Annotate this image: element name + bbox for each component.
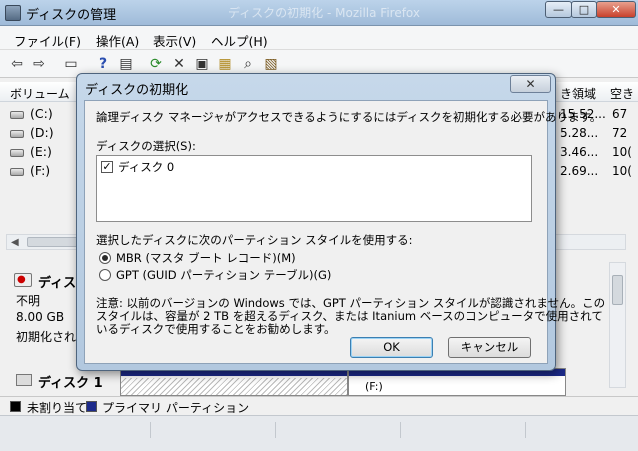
volume-row[interactable]: (C:) [10,106,53,121]
status-divider [525,422,526,438]
free-pct-value: 10( [612,145,632,159]
disk0-size: 8.00 GB [16,310,65,324]
volume-name: (C:) [30,106,53,121]
legend-unallocated: 未割り当て [27,401,88,415]
disk-icon [16,374,32,386]
primary-swatch [86,401,97,412]
disk0-init-status: 初期化され [16,330,77,344]
disk0-checkbox[interactable]: ✓ [101,161,113,173]
free-pct-value: 72 [612,126,628,140]
gpt-radio[interactable] [99,269,111,281]
back-arrow-icon[interactable]: ⇦ [8,55,26,73]
view-icon[interactable]: ▤ [117,55,135,73]
drive-icon [10,167,24,176]
search-icon[interactable]: ⌕ [239,55,257,73]
properties-icon[interactable]: ▣ [193,55,211,73]
refresh-icon[interactable]: ⟳ [147,55,165,73]
disk-select-listbox[interactable]: ✓ ディスク 0 [96,155,532,222]
ok-button[interactable]: OK [350,337,433,358]
cancel-button[interactable]: キャンセル [448,337,531,358]
warning-icon: ● [17,274,26,285]
volume-name: (D:) [30,125,54,140]
help-icon[interactable]: ? [94,55,112,73]
gpt-option-label[interactable]: GPT (GUID パーティション テーブル)(G) [116,267,331,283]
menu-action[interactable]: 操作(A) [96,31,139,50]
mbr-radio[interactable] [99,252,111,264]
volume-name: (F:) [30,163,51,178]
close-button[interactable]: ✕ [596,1,636,18]
dialog-message: 論理ディスク マネージャがアクセスできるようにするにはディスクを初期化する必要が… [96,110,602,124]
disk-select-label: ディスクの選択(S): [96,139,196,153]
dialog-body: 論理ディスク マネージャがアクセスできるようにするにはディスクを初期化する必要が… [84,100,605,364]
dialog-title: ディスクの初期化 [85,83,189,98]
drive-icon [10,110,24,119]
menu-file[interactable]: ファイル(F) [14,31,81,50]
scroll-left-icon[interactable]: ◀ [11,237,19,248]
menu-help[interactable]: ヘルプ(H) [211,31,268,50]
dialog-close-button[interactable]: ✕ [510,75,551,93]
free-space-value: 5.28... [560,126,599,140]
disk0-status: 不明 [16,294,41,308]
status-divider [400,422,401,438]
minimize-button[interactable]: — [545,1,572,18]
forward-arrow-icon[interactable]: ⇨ [30,55,48,73]
partition-style-label: 選択したディスクに次のパーティション スタイルを使用する: [96,233,413,247]
volume-row[interactable]: (E:) [10,144,52,159]
partition-hatch [121,378,347,395]
disk0-title[interactable]: ディス [38,272,76,291]
drive-icon [10,148,24,157]
disk-management-icon [5,5,21,21]
legend-primary: プライマリ パーティション [102,401,250,415]
disk1-title[interactable]: ディスク 1 [38,372,103,391]
column-free-pct[interactable]: 空き [610,85,634,102]
maximize-button[interactable]: □ [571,1,597,18]
free-space-value: 3.46... [560,145,599,159]
column-free-space[interactable]: き領域 [560,85,596,102]
menu-bar: ファイル(F) 操作(A) 表示(V) ヘルプ(H) [0,26,638,50]
status-divider [150,422,151,438]
scroll-thumb[interactable] [612,275,623,305]
wizard-icon[interactable]: ▧ [262,55,280,73]
drive-icon [10,129,24,138]
free-pct-value: 10( [612,164,632,178]
volume-row[interactable]: (F:) [10,163,50,178]
status-bar [0,415,638,451]
column-volume[interactable]: ボリューム [10,85,70,102]
note-line: いるディスクで使用することをお勧めします。 [96,322,336,336]
delete-icon[interactable]: ✕ [170,55,188,73]
legend: 未割り当て プライマリ パーティション [0,396,638,415]
menu-view[interactable]: 表示(V) [153,31,196,50]
partition-label: (F:) [365,380,383,393]
background-window-title: ディスクの初期化 - Mozilla Firefox [228,6,420,20]
free-space-value: 2.69... [560,164,599,178]
title-bar: ディスクの管理 ディスクの初期化 - Mozilla Firefox — □ ✕ [0,0,638,26]
window-title: ディスクの管理 [26,8,117,23]
status-divider [275,422,276,438]
open-icon[interactable]: ▦ [216,55,234,73]
initialize-disk-dialog: ディスクの初期化 ✕ 論理ディスク マネージャがアクセスできるようにするにはディ… [76,73,605,371]
volume-row[interactable]: (D:) [10,125,54,140]
disk0-label: ディスク 0 [118,160,175,174]
volume-name: (E:) [30,144,52,159]
partition-block[interactable]: (F:) [348,368,566,396]
free-pct-value: 67 [612,107,628,121]
pane-icon[interactable]: ▭ [62,55,80,73]
mbr-option-label[interactable]: MBR (マスタ ブート レコード)(M) [116,250,296,266]
unallocated-swatch [10,401,21,412]
vertical-scrollbar[interactable] [609,262,626,388]
partition-block[interactable] [120,368,348,396]
